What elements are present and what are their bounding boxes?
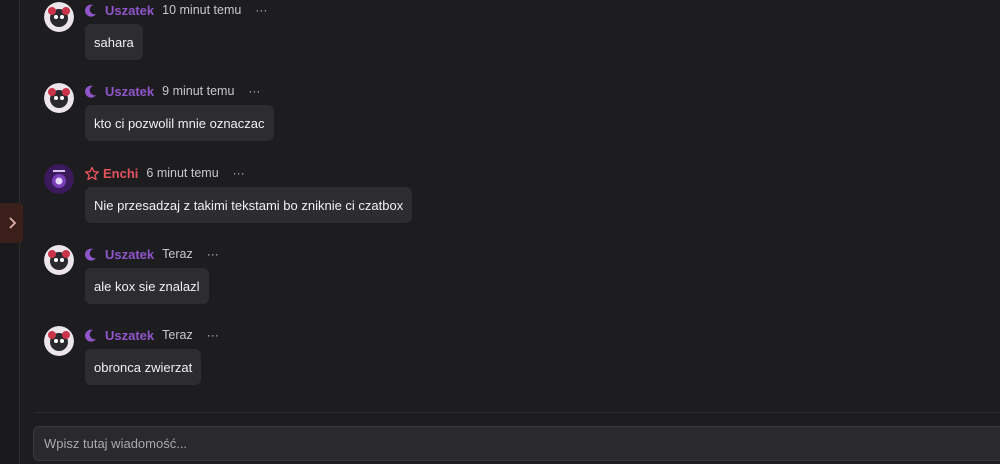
message-header: Enchi 6 minut temu ··· <box>85 164 245 182</box>
author-name[interactable]: Uszatek <box>105 328 154 343</box>
user-avatar-icon <box>44 326 74 356</box>
more-options-button[interactable]: ··· <box>255 3 267 17</box>
message-bubble: Nie przesadzaj z takimi tekstami bo znik… <box>85 187 413 223</box>
expand-sidebar-button[interactable] <box>0 203 23 243</box>
message-header: Uszatek 9 minut temu ··· <box>85 82 260 100</box>
message-input[interactable] <box>34 427 1000 460</box>
message-bubble: sahara <box>85 24 143 60</box>
timestamp: 6 minut temu <box>146 166 219 180</box>
user-avatar-icon <box>44 164 74 194</box>
message-header: Uszatek Teraz ··· <box>85 245 219 263</box>
star-icon <box>85 166 99 180</box>
user-avatar-icon <box>44 2 74 32</box>
chat-app: Uszatek 10 minut temu ··· sahara Uszatek <box>0 0 1000 464</box>
author-name[interactable]: Uszatek <box>105 247 154 262</box>
moon-icon <box>85 85 96 98</box>
message-bubble: ale kox sie znalazl <box>85 268 209 304</box>
moon-icon <box>85 4 96 17</box>
message-bubble: kto ci pozwolil mnie oznaczac <box>85 105 274 141</box>
message-bubble: obronca zwierzat <box>85 349 202 385</box>
more-options-button[interactable]: ··· <box>207 247 219 261</box>
more-options-button[interactable]: ··· <box>233 166 245 180</box>
user-avatar-icon <box>44 83 74 113</box>
timestamp: Teraz <box>162 247 193 261</box>
more-options-button[interactable]: ··· <box>207 328 219 342</box>
moon-icon <box>85 329 96 342</box>
message-list: Uszatek 10 minut temu ··· sahara Uszatek <box>35 0 1000 412</box>
message-header: Uszatek Teraz ··· <box>85 326 219 344</box>
moon-icon <box>85 248 96 261</box>
message-header: Uszatek 10 minut temu ··· <box>85 1 267 19</box>
author-name[interactable]: Enchi <box>103 166 138 181</box>
avatar[interactable] <box>44 326 74 356</box>
avatar[interactable] <box>44 245 74 275</box>
user-avatar-icon <box>44 245 74 275</box>
avatar[interactable] <box>44 83 74 113</box>
timestamp: 9 minut temu <box>162 84 235 98</box>
timestamp: 10 minut temu <box>162 3 242 17</box>
author-name[interactable]: Uszatek <box>105 84 154 99</box>
divider <box>35 412 1000 413</box>
author-name[interactable]: Uszatek <box>105 3 154 18</box>
more-options-button[interactable]: ··· <box>248 84 260 98</box>
message-composer <box>33 426 1000 461</box>
timestamp: Teraz <box>162 328 193 342</box>
chevron-right-icon <box>8 217 16 229</box>
avatar[interactable] <box>44 2 74 32</box>
avatar[interactable] <box>44 164 74 194</box>
